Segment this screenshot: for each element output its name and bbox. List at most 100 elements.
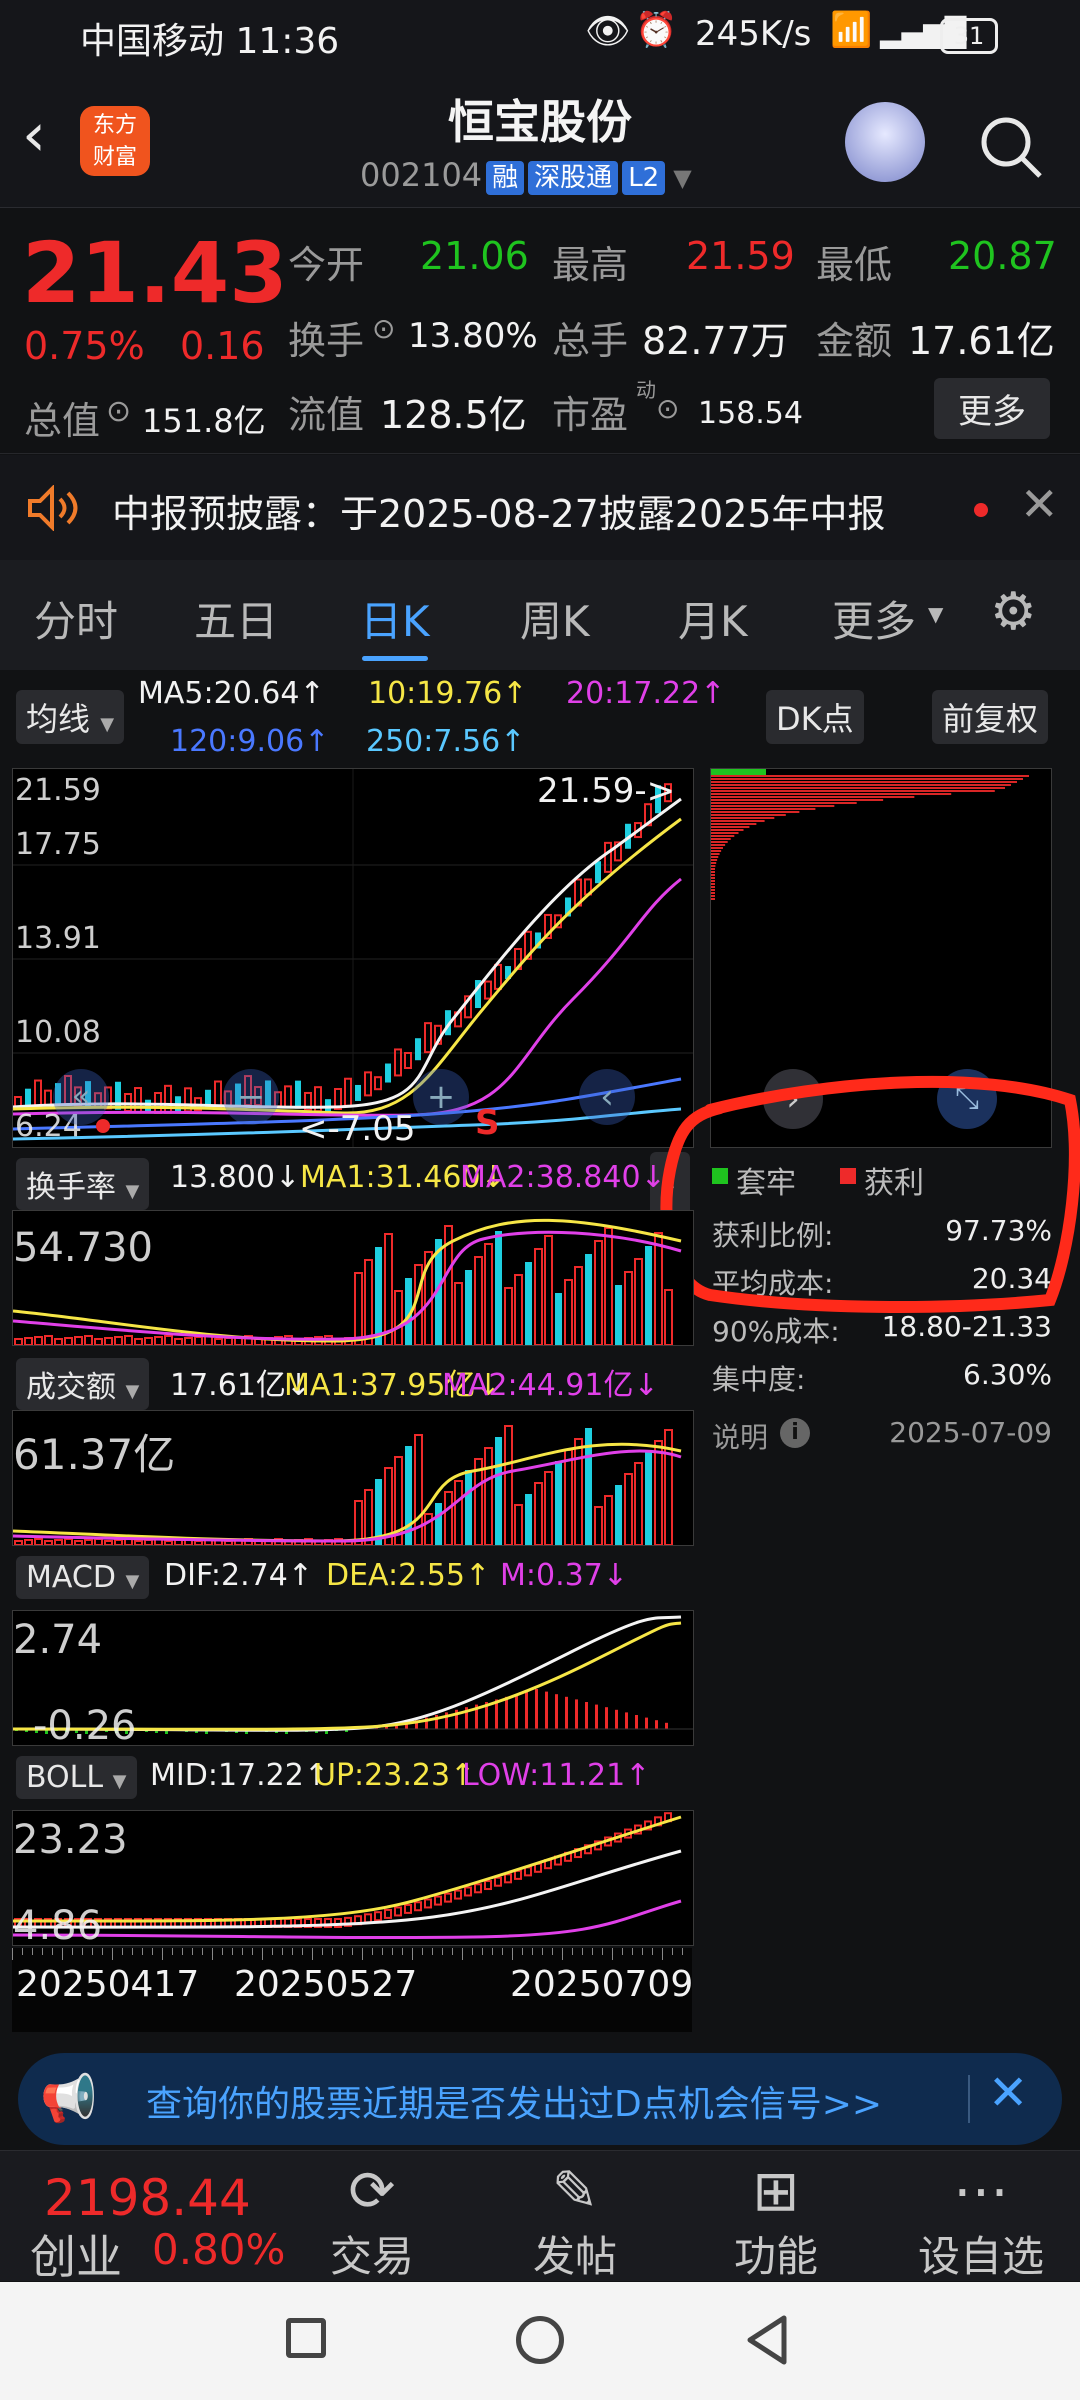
trade-button[interactable]: ⟳ 交易 [312,2161,432,2284]
stock-header: ‹ 东方 财富 恒宝股份 002104 融深股通 L2 ▼ [0,72,1080,208]
concentration-label: 集中度: [712,1363,806,1396]
boll-y-bottom: 4.86 [13,1903,103,1949]
index-name[interactable]: 创业 [30,2221,122,2287]
pe-dynamic-mark: 动 [636,378,656,402]
yen-refresh-icon: ⟳ [348,2159,396,2224]
float-label: 流值 [288,393,365,437]
wifi-icon: 📶 [830,10,873,50]
info-icon[interactable]: i [780,1418,810,1448]
d-point-banner[interactable]: 📢 查询你的股票近期是否发出过D点机会信号>> ✕ [18,2053,1062,2145]
stock-code-row[interactable]: 002104 融深股通 L2 ▼ [360,156,692,195]
y-label: 17.75 [15,827,101,862]
ma20-value: 20:17.22↑ [566,676,726,711]
speaker-icon [28,485,78,531]
turnover-chart[interactable]: 54.730 [12,1210,694,1346]
macd-indicator-selector[interactable]: MACD ▼ [16,1556,150,1599]
macd-m: M:0.37↓ [500,1558,628,1593]
ma5-value: MA5:20.64↑ [138,676,325,711]
close-icon[interactable]: ✕ [988,2065,1028,2121]
info-icon[interactable]: ⊙ [656,392,679,425]
ma10-value: 10:19.76↑ [368,676,528,711]
dk-point-button[interactable]: DK点 [766,690,864,744]
open-value: 21.06 [420,234,529,278]
tab-five-day[interactable]: 五日 [194,588,278,649]
macd-y-top: 2.74 [13,1617,103,1663]
macd-dif: DIF:2.74↑ [164,1558,313,1593]
turnover-indicator-label: 换手率 [26,1170,116,1205]
index-value[interactable]: 2198.44 [44,2169,251,2227]
current-price: 21.43 [22,224,288,322]
amount-indicator-selector[interactable]: 成交额 ▼ [16,1358,150,1410]
tab-more[interactable]: 更多 [832,588,916,649]
turnover-indicator-selector[interactable]: 换手率 ▼ [16,1158,150,1210]
boll-y-top: 23.23 [13,1817,128,1863]
y-label: 13.91 [15,921,101,956]
annotation-circle [660,1075,1080,1313]
adjust-button[interactable]: 前复权 [932,690,1049,744]
recents-button[interactable] [286,2318,326,2358]
ma-selector-label: 均线 [26,700,91,738]
chevron-down-icon: ▼ [100,714,115,735]
chevron-down-icon: ▼ [112,1771,127,1792]
post-button[interactable]: ✎ 发帖 [515,2161,635,2284]
amount-value: 17.61亿 [908,319,1055,363]
boll-indicator-selector[interactable]: BOLL ▼ [16,1756,137,1799]
notice-bar[interactable]: 中报预披露：于2025-08-27披露2025年中报 ✕ [0,455,1080,560]
gear-icon[interactable]: ⚙ [990,582,1037,642]
divider [968,2075,970,2123]
robot-assistant-icon[interactable] [845,102,925,182]
scroll-left-button[interactable]: ‹ [579,1069,635,1125]
index-change[interactable]: 0.80% [152,2225,285,2274]
watchlist-button[interactable]: ⋯ 设自选 [906,2161,1056,2284]
alarm-icon: ⏰ [635,10,678,50]
macd-y-bottom: -0.26 [33,1703,137,1749]
info-icon[interactable]: ⊙ [372,312,395,345]
zoom-out-button[interactable]: « [53,1069,109,1125]
volume-label: 总手 [552,319,629,363]
ma120-value: 120:9.06↑ [170,724,330,759]
quote-panel: 21.43 0.75% 0.16 总值 ⊙ 151.8亿 今开 21.06 最高… [0,208,1080,454]
more-button[interactable]: 更多 [934,378,1050,439]
concentration-value: 6.30% [963,1358,1052,1391]
megaphone-icon: 📢 [40,2071,98,2125]
volume-value: 82.77万 [642,319,789,363]
tab-monthly-k[interactable]: 月K [678,588,748,649]
tab-intraday[interactable]: 分时 [34,588,118,649]
tab-indicator [362,656,428,661]
amount-y-label: 61.37亿 [13,1430,176,1479]
tab-daily-k[interactable]: 日K [360,588,430,649]
chevron-down-icon: ▼ [125,1571,140,1592]
macd-chart[interactable]: 2.74 -0.26 [12,1610,694,1749]
tag-l2: L2 [622,161,666,195]
trade-label: 交易 [329,2232,414,2281]
search-icon[interactable] [978,114,1044,180]
system-nav-bar [0,2282,1080,2400]
minus-button[interactable]: − [223,1069,279,1125]
unread-dot [974,503,988,517]
tab-weekly-k[interactable]: 周K [520,588,590,649]
explain-label[interactable]: 说明 [712,1416,768,1456]
date-label: 20250709 [510,1964,694,2005]
functions-button[interactable]: ⊞ 功能 [716,2161,836,2284]
amount-label: 金额 [816,319,893,363]
open-label: 今开 [288,243,365,287]
plus-button[interactable]: + [413,1069,469,1125]
boll-low: LOW:11.21↑ [462,1758,651,1793]
amount-chart[interactable]: 61.37亿 [12,1410,694,1546]
turnover-value: 13.80% [408,316,538,356]
more-dots-icon: ⋯ [953,2159,1009,2224]
float-value: 128.5亿 [380,393,527,437]
y-label: 21.59 [15,773,101,808]
back-button[interactable] [744,2314,792,2366]
stock-code: 002104 [360,156,483,194]
battery-icon: 31 [940,18,998,54]
kline-chart[interactable]: 21.59 17.75 13.91 10.08 6.24 21.59-> <-7… [12,768,694,1149]
date-label: 20250417 [16,1964,200,2005]
close-icon[interactable]: ✕ [1020,477,1059,531]
ma-selector[interactable]: 均线 ▼ [16,690,125,744]
chip-date: 2025-07-09 [889,1416,1052,1449]
info-icon[interactable]: ⊙ [106,394,131,429]
tag-connect: 深股通 [528,161,619,195]
home-button[interactable] [516,2316,564,2364]
boll-chart[interactable]: 23.23 4.86 [12,1810,694,1949]
